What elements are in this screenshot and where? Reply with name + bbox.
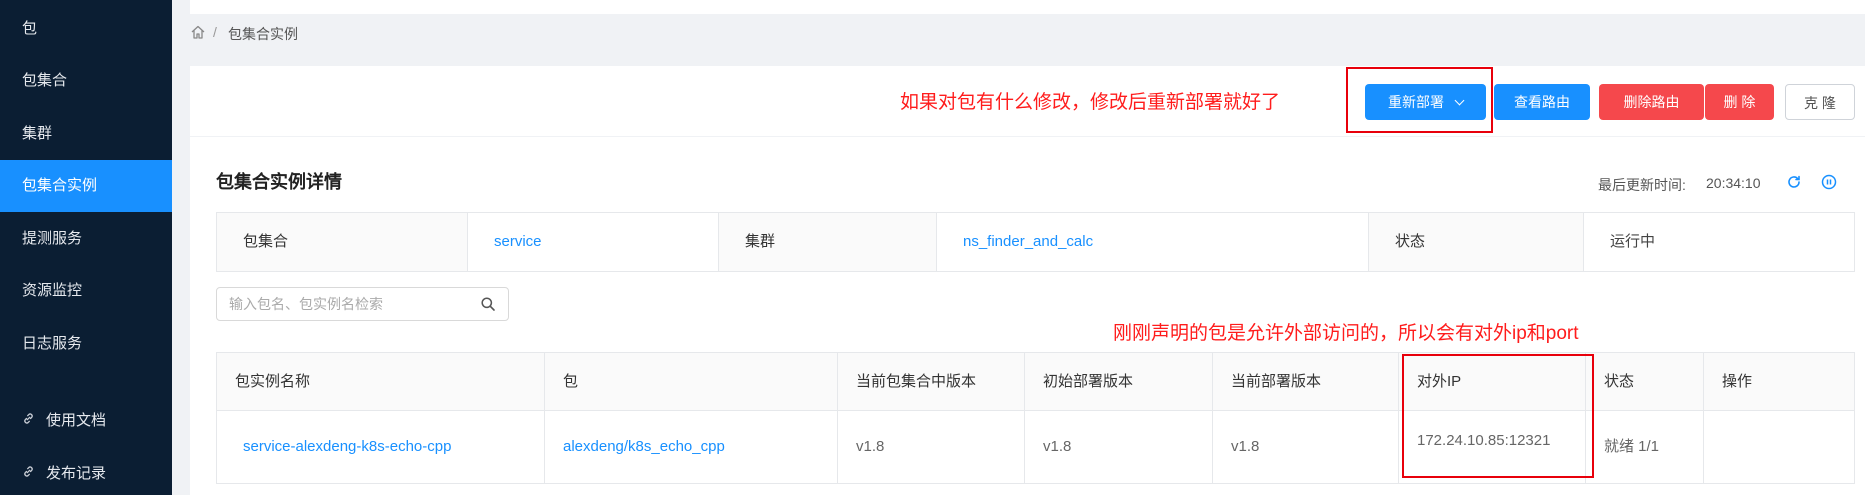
search-input[interactable]: [229, 288, 469, 320]
breadcrumb-current: 包集合实例: [228, 26, 298, 42]
redeploy-button[interactable]: 重新部署: [1365, 84, 1486, 120]
section-title: 包集合实例详情: [216, 172, 342, 192]
ip-annotation: 刚刚声明的包是允许外部访问的，所以会有对外ip和port: [1113, 323, 1579, 344]
cell-instance-name[interactable]: service-alexdeng-k8s-echo-cpp: [217, 411, 545, 483]
sidebar-item-label: 日志服务: [22, 335, 83, 352]
home-icon[interactable]: [190, 24, 206, 40]
sidebar-item-label: 包集合: [22, 72, 68, 89]
sidebar: 包 包集合 集群 包集合实例 提测服务 资源监控 日志服务 使用文档 发布记录: [0, 0, 172, 495]
info-label-status: 状态: [1369, 213, 1584, 271]
pause-icon[interactable]: [1820, 173, 1838, 191]
info-value-cluster[interactable]: ns_finder_and_calc: [937, 213, 1369, 271]
header-strip: [190, 0, 1865, 14]
sidebar-item-test-service[interactable]: 提测服务: [0, 213, 172, 265]
search-icon[interactable]: [480, 296, 496, 312]
cell-current-set-version: v1.8: [838, 411, 1025, 483]
view-route-button[interactable]: 查看路由: [1494, 84, 1590, 120]
sidebar-item-release-log[interactable]: 发布记录: [0, 448, 172, 495]
breadcrumb: [190, 14, 1865, 64]
link-icon: [22, 395, 36, 447]
column-header-current-set-version: 当前包集合中版本: [838, 353, 1025, 411]
column-header-status: 状态: [1586, 353, 1704, 411]
cell-status: 就绪 1/1: [1586, 411, 1704, 483]
breadcrumb-separator: /: [213, 24, 217, 40]
info-value-status: 运行中: [1610, 233, 1656, 250]
column-header-actions: 操作: [1722, 373, 1753, 390]
table-header: 包实例名称 包 当前包集合中版本 初始部署版本 当前部署版本 对外IP 状态 操…: [217, 353, 1854, 411]
info-label-package-set: 包集合: [217, 213, 468, 271]
sidebar-item-label: 资源监控: [22, 282, 83, 299]
sidebar-item-cluster[interactable]: 集群: [0, 108, 172, 160]
last-update-label: 最后更新时间:: [1598, 177, 1686, 193]
chevron-down-icon: [1454, 95, 1465, 106]
table-row: service-alexdeng-k8s-echo-cpp alexdeng/k…: [217, 411, 1854, 483]
sidebar-item-label: 包: [22, 20, 38, 37]
sidebar-item-label: 集群: [22, 125, 53, 142]
sidebar-item-package-set-instance[interactable]: 包集合实例: [0, 160, 172, 212]
column-header-instance-name: 包实例名称: [217, 353, 545, 411]
info-table: 包集合 service 集群 ns_finder_and_calc 状态 运行中: [216, 212, 1855, 272]
sidebar-item-label: 包集合实例: [22, 177, 98, 194]
link-icon: [22, 448, 36, 495]
info-label-cluster: 集群: [719, 213, 937, 271]
cell-package[interactable]: alexdeng/k8s_echo_cpp: [545, 411, 838, 483]
redeploy-annotation: 如果对包有什么修改，修改后重新部署就好了: [900, 92, 1281, 113]
last-update-time: 20:34:10: [1706, 175, 1761, 191]
redeploy-label: 重新部署: [1388, 94, 1444, 110]
sidebar-item-label: 使用文档: [46, 412, 107, 429]
instance-table: 包实例名称 包 当前包集合中版本 初始部署版本 当前部署版本 对外IP 状态 操…: [216, 352, 1855, 484]
column-header-current-deploy-version: 当前部署版本: [1213, 353, 1399, 411]
info-value-package-set[interactable]: service: [468, 213, 719, 271]
sidebar-item-resource-monitor[interactable]: 资源监控: [0, 265, 172, 317]
external-ip-highlight-box: [1402, 354, 1594, 478]
refresh-icon[interactable]: [1785, 173, 1803, 191]
sidebar-item-label: 提测服务: [22, 230, 83, 247]
delete-route-button[interactable]: 删除路由: [1599, 84, 1704, 120]
search-box: [216, 287, 509, 321]
sidebar-item-package-set[interactable]: 包集合: [0, 55, 172, 107]
cell-initial-version: v1.8: [1025, 411, 1213, 483]
sidebar-item-package[interactable]: 包: [0, 3, 172, 55]
delete-button[interactable]: 删 除: [1705, 84, 1774, 120]
sidebar-item-log-service[interactable]: 日志服务: [0, 318, 172, 370]
clone-button[interactable]: 克 隆: [1785, 84, 1855, 120]
column-header-package: 包: [545, 353, 838, 411]
cell-current-deploy-version: v1.8: [1213, 411, 1399, 483]
column-header-initial-version: 初始部署版本: [1025, 353, 1213, 411]
sidebar-item-label: 发布记录: [46, 465, 107, 482]
cell-actions: [1704, 411, 1854, 483]
sidebar-item-docs[interactable]: 使用文档: [0, 395, 172, 447]
